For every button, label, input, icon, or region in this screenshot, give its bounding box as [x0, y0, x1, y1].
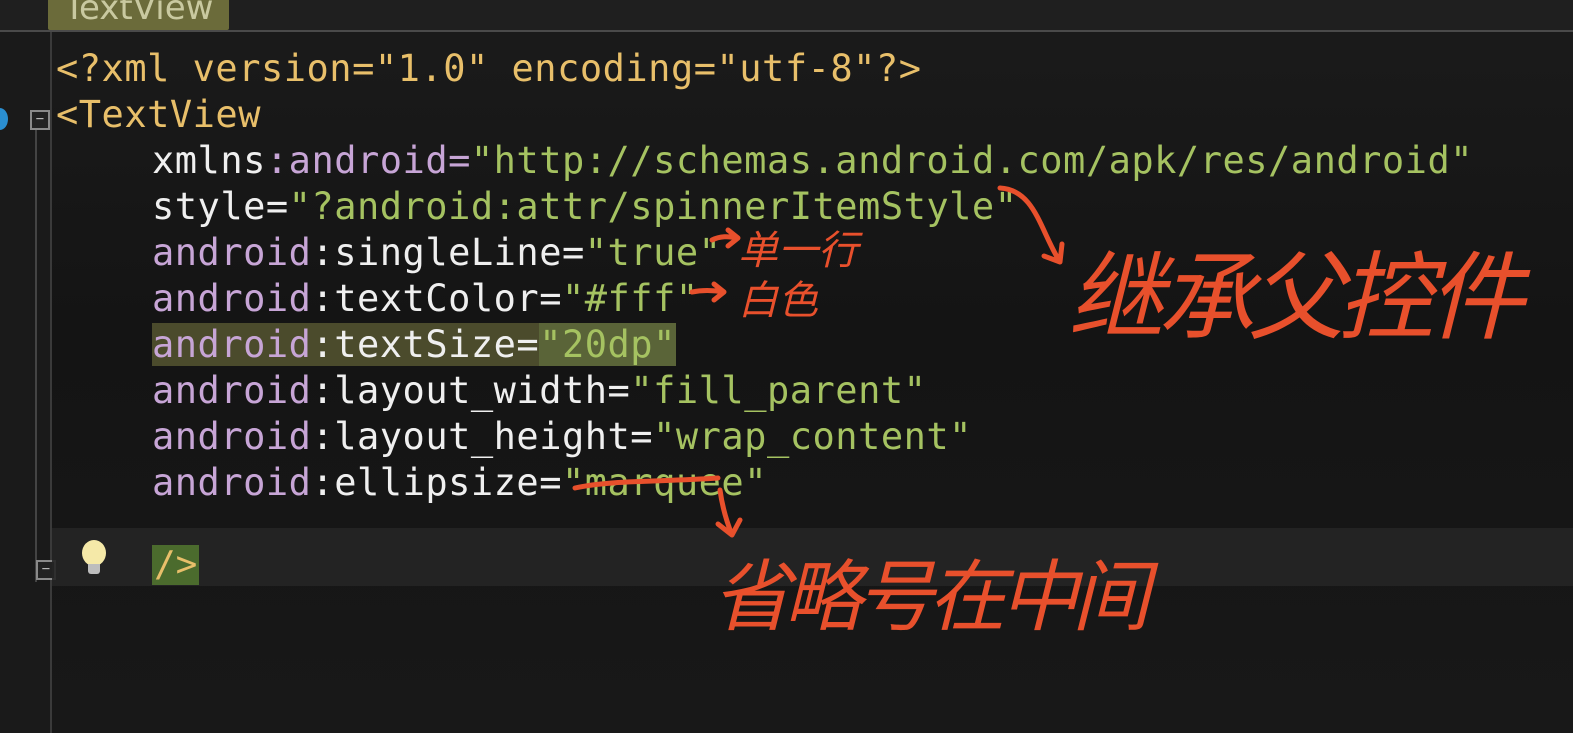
attr-name: :layout_height=: [311, 415, 654, 458]
attr-value: "wrap_content": [653, 415, 972, 458]
code-editor[interactable]: TextView − − <?xml version="1.0" encodin…: [0, 0, 1573, 733]
attr-value: "?android:attr/spinnerItemStyle": [288, 185, 1018, 228]
code-line: android:layout_width="fill_parent": [56, 368, 1473, 414]
attr-name: style=: [152, 185, 289, 228]
attr-value: "true": [584, 231, 722, 274]
attr-namespace: android: [152, 323, 312, 366]
fold-minus-icon[interactable]: −: [30, 110, 50, 130]
code-line: xmlns:android="http://schemas.android.co…: [56, 138, 1473, 184]
attr-name: :layout_width=: [311, 369, 631, 412]
attr-value: "#fff": [561, 277, 699, 320]
tag-close: />: [152, 544, 200, 585]
lightbulb-icon[interactable]: [82, 540, 106, 578]
attr-value: "http://schemas.android.com/apk/res/andr…: [470, 139, 1474, 182]
editor-tab-strip: TextView: [0, 0, 1573, 32]
attr-namespace: android: [152, 369, 312, 412]
attr-namespace: android: [152, 461, 312, 504]
note-ellipsis-middle: 省略号在中间: [712, 553, 1150, 643]
search-highlight: android:textSize="20dp": [152, 323, 676, 366]
attr-namespace: android: [152, 415, 312, 458]
code-line: android:ellipsize="marquee": [56, 460, 1473, 506]
attr-name: :textColor=: [311, 277, 562, 320]
lightbulb-base: [88, 564, 100, 574]
fold-guide-line: [35, 122, 37, 582]
attr-name: :ellipsize=: [311, 461, 562, 504]
attr-name: :textSize=: [311, 323, 540, 366]
attr-namespace: android: [152, 277, 312, 320]
attr-value: "20dp": [539, 323, 676, 366]
attr-name: :singleLine=: [311, 231, 585, 274]
xml-declaration: <?xml version="1.0" encoding="utf-8"?>: [56, 47, 922, 90]
attr-value: "marquee": [561, 461, 767, 504]
editor-gutter: [0, 32, 52, 733]
code-line: <TextView: [56, 92, 1473, 138]
note-white: 白色: [738, 278, 818, 324]
attr-name: :android=: [265, 139, 471, 182]
attr-namespace: android: [152, 231, 312, 274]
note-inherit-parent: 继承父控件: [1068, 242, 1524, 354]
lightbulb-glass: [82, 540, 106, 566]
attr-value: "fill_parent": [630, 369, 927, 412]
code-line: android:layout_height="wrap_content": [56, 414, 1473, 460]
code-line: <?xml version="1.0" encoding="utf-8"?>: [56, 46, 1473, 92]
tab-textview[interactable]: TextView: [48, 0, 230, 30]
tag-open: <TextView: [56, 93, 261, 136]
attr-namespace: xmlns: [152, 139, 266, 182]
